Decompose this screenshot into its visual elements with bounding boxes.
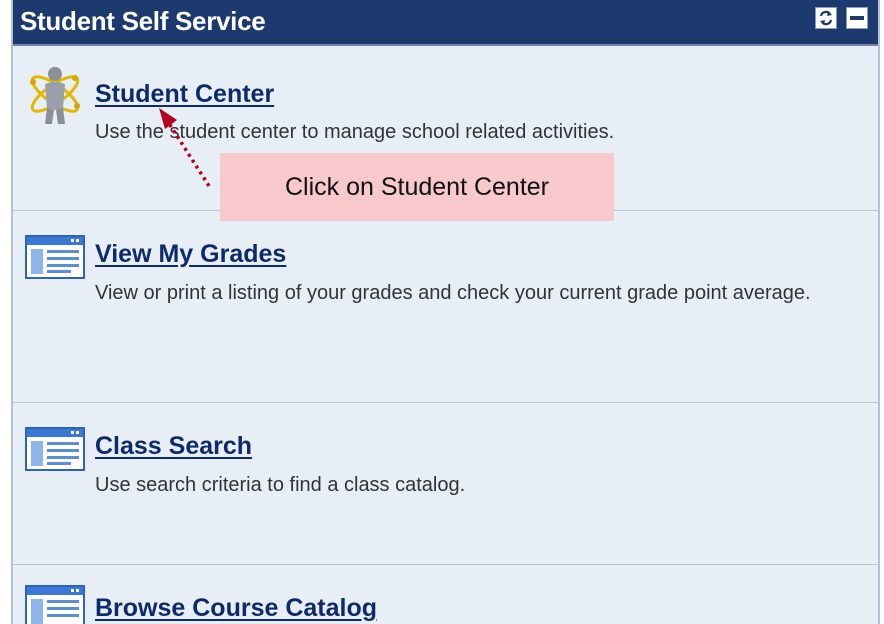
annotation-callout: Click on Student Center	[220, 153, 614, 221]
view-my-grades-description: View or print a listing of your grades a…	[95, 282, 811, 304]
page-icon	[25, 235, 85, 279]
menu-item-browse-course-catalog: Browse Course Catalog	[13, 565, 878, 624]
refresh-icon	[817, 9, 835, 27]
student-center-icon	[30, 67, 80, 124]
minimize-icon	[848, 9, 866, 27]
panel-titlebar: Student Self Service	[13, 0, 878, 46]
refresh-button[interactable]	[815, 7, 837, 29]
page-icon	[25, 427, 85, 471]
class-search-link[interactable]: Class Search	[95, 432, 252, 461]
menu-item-class-search: Class Search Use search criteria to find…	[13, 403, 878, 565]
view-my-grades-link[interactable]: View My Grades	[95, 240, 286, 269]
browse-course-catalog-link[interactable]: Browse Course Catalog	[95, 594, 377, 623]
page-icon	[25, 585, 85, 624]
panel-title: Student Self Service	[20, 6, 266, 36]
student-self-service-panel: Student Self Service Student Center Use …	[11, 0, 880, 624]
student-center-description: Use the student center to manage school …	[95, 121, 615, 143]
class-search-description: Use search criteria to find a class cata…	[95, 474, 466, 496]
minimize-button[interactable]	[846, 7, 868, 29]
student-center-link[interactable]: Student Center	[95, 80, 274, 109]
menu-item-view-my-grades: View My Grades View or print a listing o…	[13, 211, 878, 403]
